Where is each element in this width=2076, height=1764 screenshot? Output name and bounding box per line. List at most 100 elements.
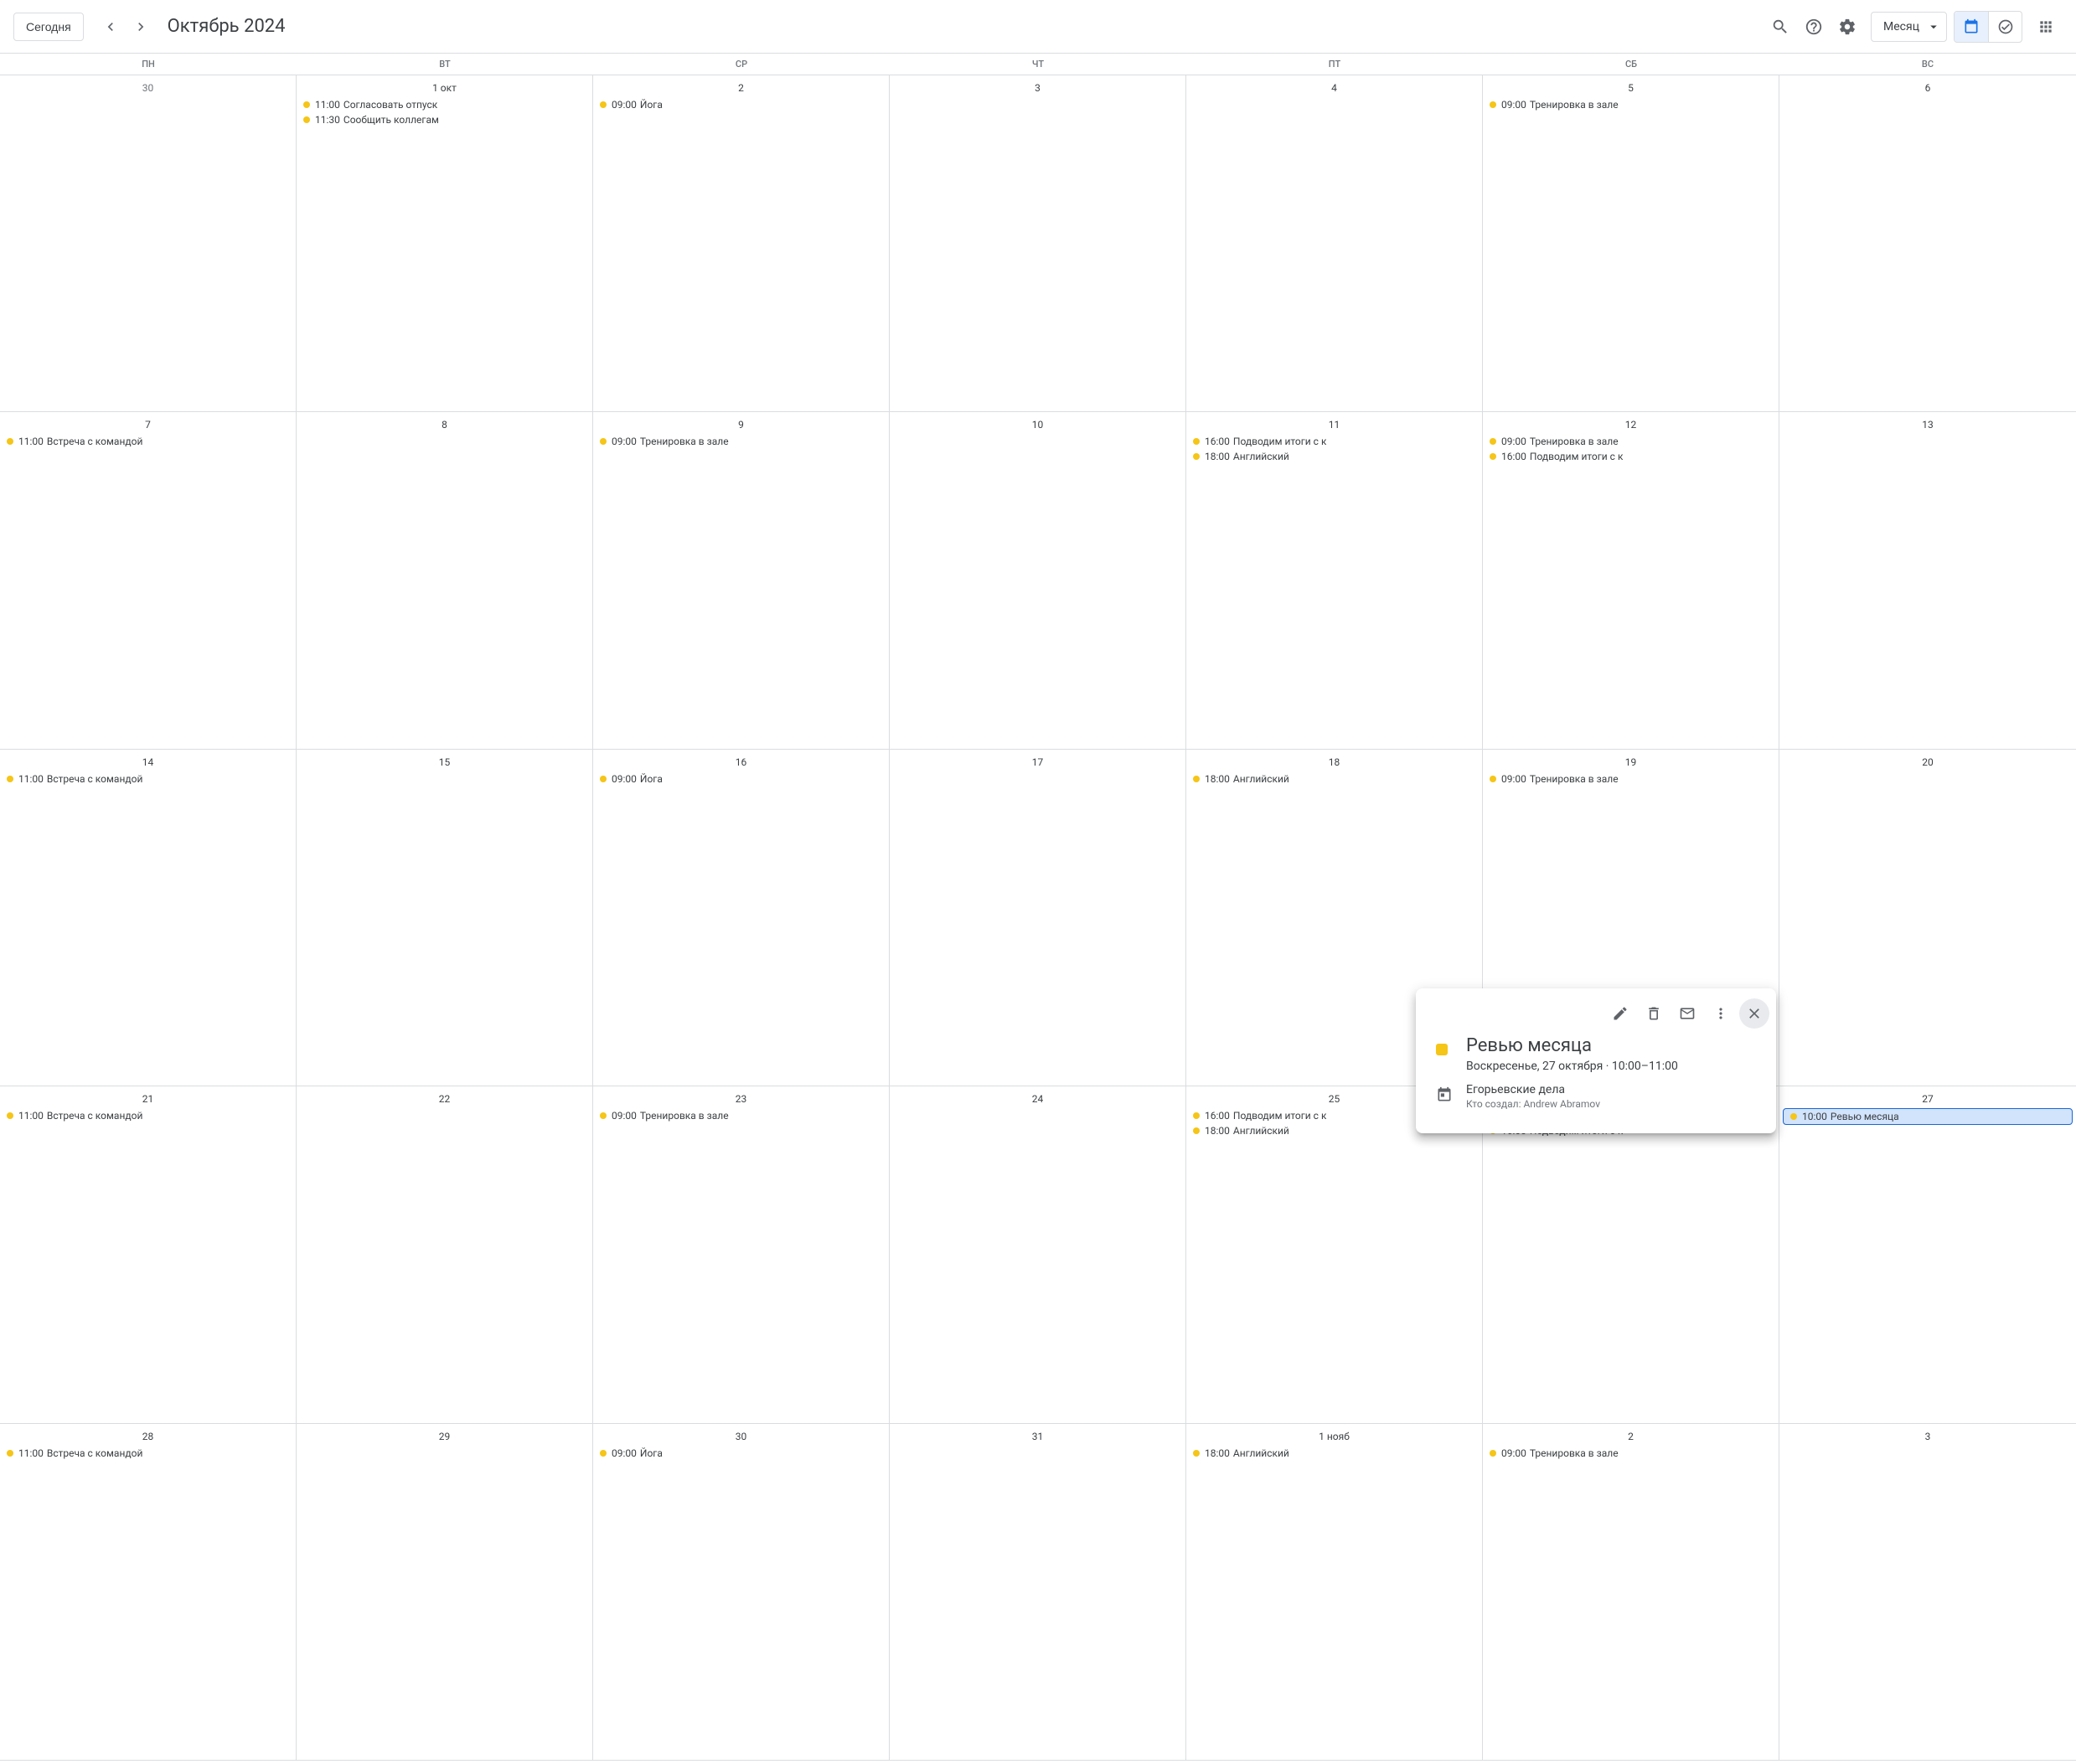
day-cell[interactable]: 2516:00Подводим итоги с к18:00Английский [1186,1086,1483,1423]
day-cell[interactable]: 31 [890,1424,1186,1761]
prev-month-button[interactable] [97,13,124,40]
calendar-event[interactable]: 11:00Встреча с командой [0,1446,296,1461]
date-number[interactable]: 24 [890,1090,1185,1105]
date-number[interactable]: 19 [1483,753,1779,768]
date-number[interactable]: 12 [1483,415,1779,431]
email-event-button[interactable] [1672,998,1702,1029]
date-number[interactable]: 23 [593,1090,889,1105]
calendar-event[interactable]: 18:00Английский [1186,449,1482,464]
day-cell[interactable]: 30 [0,75,297,412]
calendar-event[interactable]: 18:00Английский [1186,771,1482,787]
search-button[interactable] [1764,10,1797,44]
day-cell[interactable]: 10 [890,412,1186,749]
day-cell[interactable]: 2 09:00Тренировка в зале [1483,1424,1779,1761]
date-number[interactable]: 1 окт [297,79,592,94]
date-number[interactable]: 8 [297,415,592,431]
delete-event-button[interactable] [1639,998,1669,1029]
calendar-event[interactable]: 11:00Встреча с командой [0,1108,296,1123]
calendar-event[interactable]: 09:00Тренировка в зале [1483,97,1779,112]
date-number[interactable]: 14 [0,753,296,768]
date-number[interactable]: 21 [0,1090,296,1105]
calendar-event[interactable]: 11:00Встреча с командой [0,771,296,787]
date-number[interactable]: 2 [593,79,889,94]
calendar-event[interactable]: 18:00Английский [1186,1446,1482,1461]
date-number[interactable]: 13 [1779,415,2076,431]
date-number[interactable]: 22 [297,1090,592,1105]
day-cell[interactable]: 29 [297,1424,593,1761]
date-number[interactable]: 6 [1779,79,2076,94]
day-cell[interactable]: 15 [297,750,593,1086]
date-number[interactable]: 1 нояб [1186,1427,1482,1442]
calendar-event[interactable]: 09:00Йога [593,771,889,787]
day-cell[interactable]: 3 [890,75,1186,412]
date-number[interactable]: 27 [1779,1090,2076,1105]
date-number[interactable]: 20 [1779,753,2076,768]
day-cell[interactable]: 13 [1779,412,2076,749]
date-number[interactable]: 4 [1186,79,1482,94]
date-number[interactable]: 10 [890,415,1185,431]
day-cell[interactable]: 209:00Йога [593,75,890,412]
close-popup-button[interactable] [1739,998,1769,1029]
day-cell[interactable]: 5 09:00Тренировка в зале [1483,75,1779,412]
calendar-event[interactable]: 16:00Подводим итоги с к [1186,434,1482,449]
calendar-event[interactable]: 09:00Йога [593,1446,889,1461]
date-number[interactable]: 7 [0,415,296,431]
day-cell[interactable]: 2609:00Тренировка в зале16:00Подводим ит… [1483,1086,1779,1423]
day-cell[interactable]: 9 09:00Тренировка в зале [593,412,890,749]
date-number[interactable]: 31 [890,1427,1185,1442]
day-cell[interactable]: 17 [890,750,1186,1086]
day-cell[interactable]: 16 09:00Йога [593,750,890,1086]
edit-event-button[interactable] [1605,998,1635,1029]
next-month-button[interactable] [127,13,154,40]
date-number[interactable]: 28 [0,1427,296,1442]
more-options-button[interactable] [1706,998,1736,1029]
day-cell[interactable]: 1 нояб 18:00Английский [1186,1424,1483,1761]
date-number[interactable]: 3 [890,79,1185,94]
day-cell[interactable]: 24 [890,1086,1186,1423]
calendar-event[interactable]: 11:00Согласовать отпуск [297,97,592,112]
calendar-event[interactable]: 10:00Ревью месяца [1783,1108,2073,1125]
calendar-event[interactable]: 09:00Тренировка в зале [1483,434,1779,449]
calendar-event[interactable]: 11:30Сообщить коллегам [297,112,592,127]
date-number[interactable]: 30 [593,1427,889,1442]
date-number[interactable]: 2 [1483,1427,1779,1442]
day-cell[interactable]: 7 11:00Встреча с командой [0,412,297,749]
date-number[interactable]: 15 [297,753,592,768]
day-cell[interactable]: 22 [297,1086,593,1423]
calendar-event[interactable]: 16:00Подводим итоги с к [1483,449,1779,464]
help-button[interactable] [1797,10,1831,44]
day-cell[interactable]: 20 [1779,750,2076,1086]
date-number[interactable]: 11 [1186,415,1482,431]
date-number[interactable]: 29 [297,1427,592,1442]
day-cell[interactable]: 21 11:00Встреча с командой [0,1086,297,1423]
date-number[interactable]: 18 [1186,753,1482,768]
date-number[interactable]: 16 [593,753,889,768]
date-number[interactable]: 5 [1483,79,1779,94]
day-cell[interactable]: 3 [1779,1424,2076,1761]
calendar-event[interactable]: 11:00Встреча с командой [0,434,296,449]
date-number[interactable]: 30 [0,79,296,94]
day-cell[interactable]: 1 окт 11:00Согласовать отпуск11:30Сообщит… [297,75,593,412]
day-cell[interactable]: 6 [1779,75,2076,412]
day-cell[interactable]: 11 16:00Подводим итоги с к18:00Английский [1186,412,1483,749]
calendar-event[interactable]: 09:00Тренировка в зале [1483,771,1779,787]
date-number[interactable]: 17 [890,753,1185,768]
day-cell[interactable]: 28 11:00Встреча с командой [0,1424,297,1761]
calendar-event[interactable]: 09:00Тренировка в зале [593,1108,889,1123]
day-cell[interactable]: 12 09:00Тренировка в зале16:00Подводим ит… [1483,412,1779,749]
view-selector[interactable]: Месяц [1871,12,1947,42]
calendar-event[interactable]: 09:00Тренировка в зале [593,434,889,449]
day-cell[interactable]: 14 11:00Встреча с командой [0,750,297,1086]
day-cell[interactable]: 8 [297,412,593,749]
date-number[interactable]: 9 [593,415,889,431]
settings-button[interactable] [1831,10,1864,44]
day-cell[interactable]: 30 09:00Йога [593,1424,890,1761]
apps-button[interactable] [2029,10,2063,44]
tasks-view-toggle[interactable] [1988,12,2022,42]
today-button[interactable]: Сегодня [13,13,84,41]
day-cell[interactable]: 27 10:00Ревью месяца [1779,1086,2076,1423]
day-cell[interactable]: 4 [1186,75,1483,412]
date-number[interactable]: 3 [1779,1427,2076,1442]
calendar-view-toggle[interactable] [1955,12,1988,42]
calendar-event[interactable]: 09:00Тренировка в зале [1483,1446,1779,1461]
